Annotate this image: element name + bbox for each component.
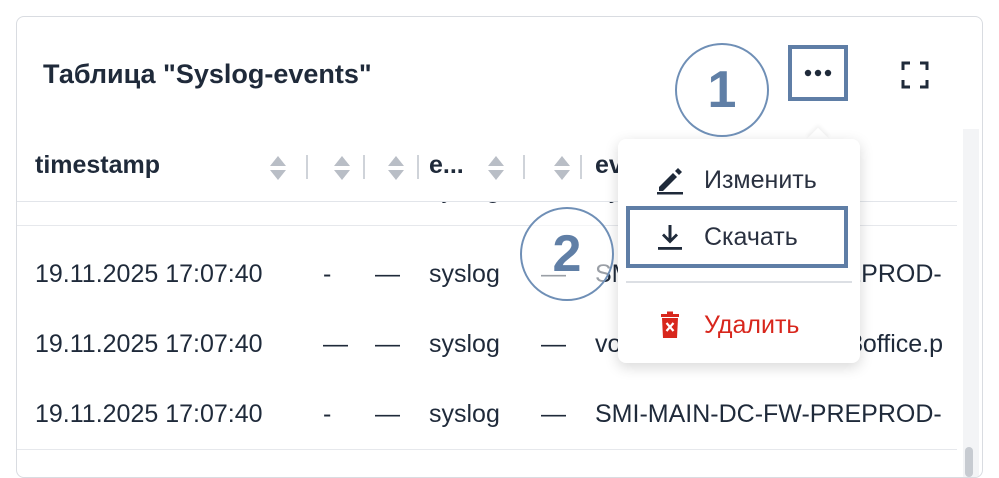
cell-value: -: [323, 399, 332, 428]
fullscreen-icon[interactable]: [901, 61, 929, 89]
sort-icon[interactable]: [333, 155, 351, 181]
menu-item-label: Изменить: [704, 165, 817, 194]
menu-item-label: Удалить: [704, 310, 800, 339]
sort-icon[interactable]: [487, 155, 505, 181]
sort-icon[interactable]: [553, 155, 571, 181]
more-options-button[interactable]: [788, 45, 848, 101]
sort-icon[interactable]: [269, 155, 287, 181]
menu-item-edit[interactable]: Изменить: [618, 149, 860, 211]
pencil-icon: [652, 162, 688, 198]
more-options-menu: Изменить Скачать Удалить: [618, 139, 860, 363]
table-row[interactable]: 19.11.2025 17:07:40 - — syslog — SMI-MAI…: [17, 379, 957, 450]
column-divider[interactable]: [523, 155, 525, 179]
cell-timestamp: 19.11.2025 17:07:40: [35, 399, 263, 428]
scrollbar-thumb[interactable]: [965, 447, 973, 477]
column-divider[interactable]: [417, 155, 419, 179]
cell-value: —: [375, 399, 400, 428]
column-divider[interactable]: [580, 155, 582, 179]
menu-item-delete[interactable]: Удалить: [618, 294, 860, 356]
cell-timestamp: 19.11.2025 17:07:40: [35, 329, 263, 358]
cell-value: —: [375, 259, 400, 288]
column-header-event-type[interactable]: e...: [429, 129, 464, 201]
vertical-scrollbar[interactable]: [963, 129, 979, 477]
download-icon: [652, 219, 688, 255]
more-horizontal-icon: [804, 69, 832, 77]
menu-item-label: Скачать: [704, 222, 798, 251]
cell-value: —: [541, 329, 566, 358]
cell-value: —: [541, 399, 566, 428]
cell-event-type: syslog: [429, 399, 500, 428]
column-divider[interactable]: [363, 155, 365, 179]
step-2-annotation: 2: [520, 207, 614, 301]
menu-divider: [626, 281, 852, 283]
widget-title: Таблица "Syslog-events": [43, 59, 372, 89]
cell-event-tail: 8office.p: [849, 329, 944, 358]
sort-icon[interactable]: [387, 155, 405, 181]
menu-item-download[interactable]: Скачать: [626, 206, 848, 268]
cell-value: -: [323, 259, 332, 288]
step-1-annotation: 1: [675, 43, 769, 137]
column-header-timestamp[interactable]: timestamp: [35, 129, 160, 201]
trash-icon: [652, 307, 688, 343]
cell-value: —: [323, 329, 348, 358]
cell-event-type: syslog: [429, 329, 500, 358]
cell-timestamp: 19.11.2025 17:07:40: [35, 259, 263, 288]
column-divider[interactable]: [306, 155, 308, 179]
cell-value: —: [375, 329, 400, 358]
cell-event-type: syslog: [429, 259, 500, 288]
cell-event: SMI-MAIN-DC-FW-PREPROD-: [595, 399, 942, 428]
